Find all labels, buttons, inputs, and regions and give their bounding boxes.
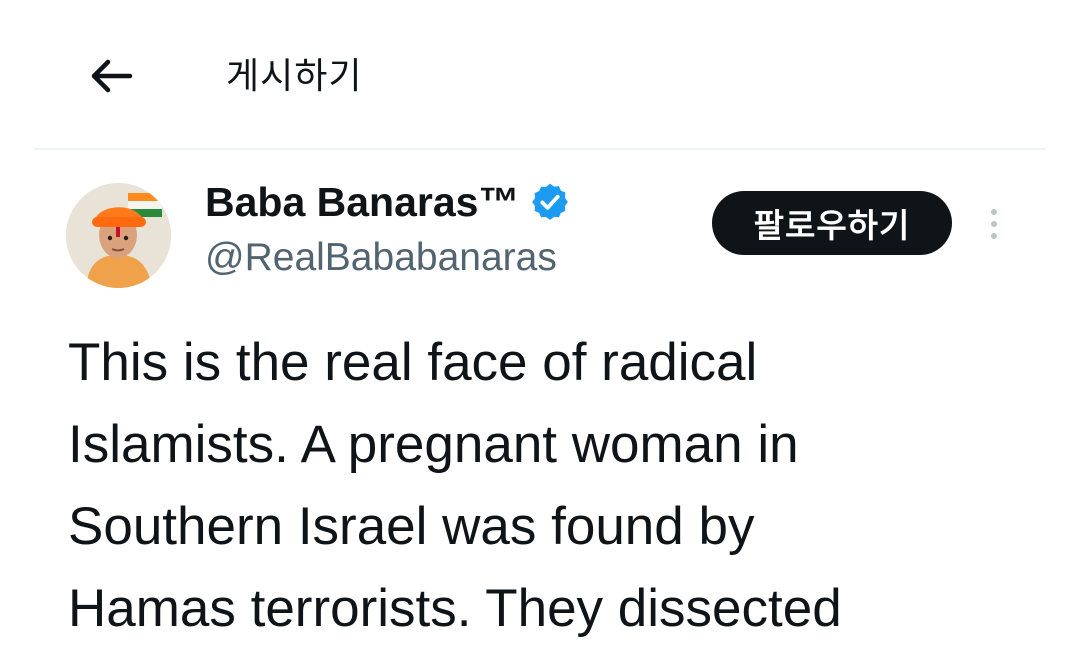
user-handle[interactable]: @RealBababanaras — [205, 232, 571, 284]
post-text: This is the real face of radical Islamis… — [68, 333, 842, 638]
follow-button[interactable]: 팔로우하기 — [712, 191, 952, 255]
more-options-button[interactable] — [978, 200, 1010, 248]
top-bar: 게시하기 — [0, 0, 1079, 150]
author-block: Baba Banaras™ @RealBababanaras — [205, 176, 571, 284]
profile-photo — [66, 183, 171, 288]
avatar[interactable] — [66, 183, 171, 288]
verified-badge-icon — [529, 181, 571, 223]
back-button[interactable] — [82, 52, 138, 100]
arrow-left-icon — [91, 59, 133, 93]
display-name[interactable]: Baba Banaras™ — [205, 176, 519, 228]
name-row: Baba Banaras™ — [205, 176, 571, 228]
page-title: 게시하기 — [226, 55, 363, 96]
more-vertical-icon — [991, 209, 997, 239]
header-divider — [34, 148, 1046, 150]
